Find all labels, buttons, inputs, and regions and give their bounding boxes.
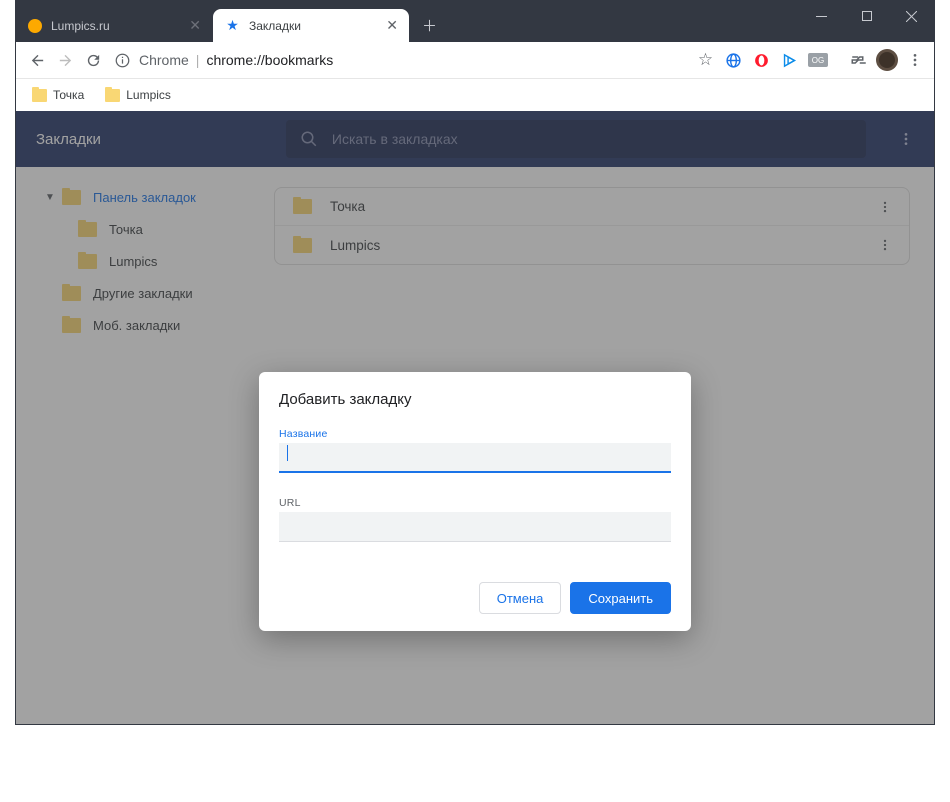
cancel-button[interactable]: Отмена [479, 582, 562, 614]
extension-play-icon[interactable] [777, 48, 802, 73]
extension-globe-icon[interactable] [721, 48, 746, 73]
browser-window: Lumpics.ru ✕ ★ Закладки ✕ ＋ Chrome | chr… [15, 0, 935, 725]
toolbar-right: ☆ OG [693, 48, 927, 73]
favicon-orange-icon [28, 19, 42, 33]
close-icon[interactable]: ✕ [187, 17, 203, 34]
extension-badge-icon[interactable]: OG [805, 48, 830, 73]
svg-text:OG: OG [811, 56, 823, 65]
profile-avatar[interactable] [874, 48, 899, 73]
tab-bookmarks[interactable]: ★ Закладки ✕ [213, 9, 409, 42]
maximize-button[interactable] [844, 1, 889, 31]
bookmarks-bar-item[interactable]: Lumpics [97, 83, 179, 107]
reload-button[interactable] [79, 46, 107, 74]
url-path: chrome://bookmarks [206, 52, 333, 68]
close-icon[interactable]: ✕ [384, 17, 400, 34]
star-icon: ★ [225, 18, 240, 33]
minimize-button[interactable] [799, 1, 844, 31]
titlebar: Lumpics.ru ✕ ★ Закладки ✕ ＋ [16, 1, 934, 42]
url-label: URL [279, 497, 671, 509]
back-button[interactable] [23, 46, 51, 74]
save-button[interactable]: Сохранить [570, 582, 671, 614]
toolbar: Chrome | chrome://bookmarks ☆ OG [16, 42, 934, 79]
tab-lumpics[interactable]: Lumpics.ru ✕ [16, 9, 212, 42]
site-info-icon[interactable] [113, 51, 131, 69]
extension-opera-icon[interactable] [749, 48, 774, 73]
url-input[interactable] [279, 512, 671, 542]
dialog-title: Добавить закладку [279, 391, 671, 408]
bookmark-star-button[interactable]: ☆ [693, 48, 718, 73]
tab-title: Lumpics.ru [51, 19, 187, 33]
window-controls [799, 1, 934, 42]
folder-icon [105, 89, 120, 102]
tab-title: Закладки [249, 19, 384, 33]
add-bookmark-dialog: Добавить закладку Название URL Отмена Со… [259, 372, 691, 631]
url-host: Chrome [139, 52, 189, 68]
menu-button[interactable] [902, 48, 927, 73]
bookmarks-bar-item[interactable]: Точка [24, 83, 92, 107]
bookmarks-bar: Точка Lumpics [16, 79, 934, 111]
bookmarks-app: Закладки ▼ Панель закладок Точка [16, 111, 934, 724]
bookmark-label: Точка [53, 88, 84, 102]
name-label: Название [279, 428, 671, 440]
text-cursor [287, 445, 288, 461]
address-bar[interactable]: Chrome | chrome://bookmarks [113, 46, 687, 74]
bookmark-label: Lumpics [126, 88, 171, 102]
media-control-icon[interactable] [846, 48, 871, 73]
folder-icon [32, 89, 47, 102]
close-window-button[interactable] [889, 1, 934, 31]
dialog-actions: Отмена Сохранить [279, 582, 671, 614]
forward-button[interactable] [51, 46, 79, 74]
new-tab-button[interactable]: ＋ [416, 12, 443, 39]
modal-overlay: Добавить закладку Название URL Отмена Со… [16, 111, 934, 724]
url-separator: | [196, 52, 200, 68]
name-input[interactable] [279, 443, 671, 473]
